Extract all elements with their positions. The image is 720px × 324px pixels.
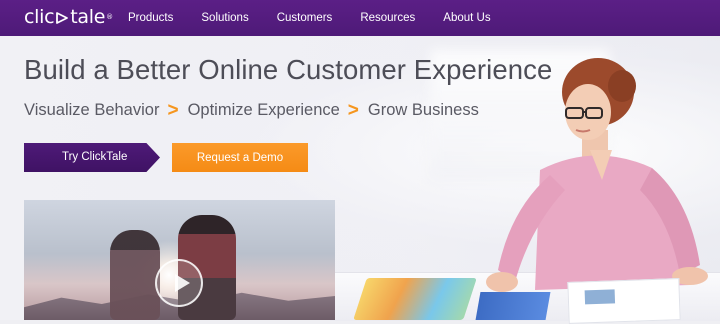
tablet-heatmap bbox=[353, 278, 477, 320]
top-navbar: clic tale ® Products Solutions Customers… bbox=[0, 0, 720, 37]
clicktale-logo[interactable]: clic tale ® bbox=[24, 6, 113, 28]
tagline-step-2: Optimize Experience bbox=[187, 100, 340, 119]
report-papers bbox=[567, 278, 681, 324]
chevron-right-icon: > bbox=[167, 99, 179, 121]
blue-folder bbox=[475, 292, 551, 320]
cursor-click-icon bbox=[55, 8, 69, 26]
logo-text-left: clic bbox=[24, 6, 55, 28]
nav-item-solutions[interactable]: Solutions bbox=[201, 12, 248, 24]
chevron-right-icon: > bbox=[347, 99, 359, 121]
tagline-step-1: Visualize Behavior bbox=[24, 100, 160, 119]
nav-item-about-us[interactable]: About Us bbox=[443, 12, 490, 24]
try-clicktale-button[interactable]: Try ClickTale bbox=[24, 143, 160, 172]
hiker-left bbox=[110, 230, 160, 320]
nav-item-resources[interactable]: Resources bbox=[360, 12, 415, 24]
logo-text-right: tale bbox=[70, 6, 106, 28]
main-nav: Products Solutions Customers Resources A… bbox=[128, 0, 519, 36]
hero-tagline: Visualize Behavior > Optimize Experience… bbox=[24, 99, 479, 121]
request-demo-label: Request a Demo bbox=[196, 151, 284, 164]
play-icon[interactable] bbox=[155, 259, 203, 307]
tagline-step-3: Grow Business bbox=[367, 100, 479, 119]
nav-item-customers[interactable]: Customers bbox=[277, 12, 333, 24]
try-clicktale-label: Try ClickTale bbox=[62, 151, 128, 163]
registered-mark: ® bbox=[106, 13, 113, 21]
nav-item-products[interactable]: Products bbox=[128, 12, 173, 24]
intro-video-thumbnail[interactable] bbox=[24, 200, 335, 320]
request-demo-button[interactable]: Request a Demo bbox=[172, 143, 308, 172]
hero-headline: Build a Better Online Customer Experienc… bbox=[24, 54, 553, 85]
